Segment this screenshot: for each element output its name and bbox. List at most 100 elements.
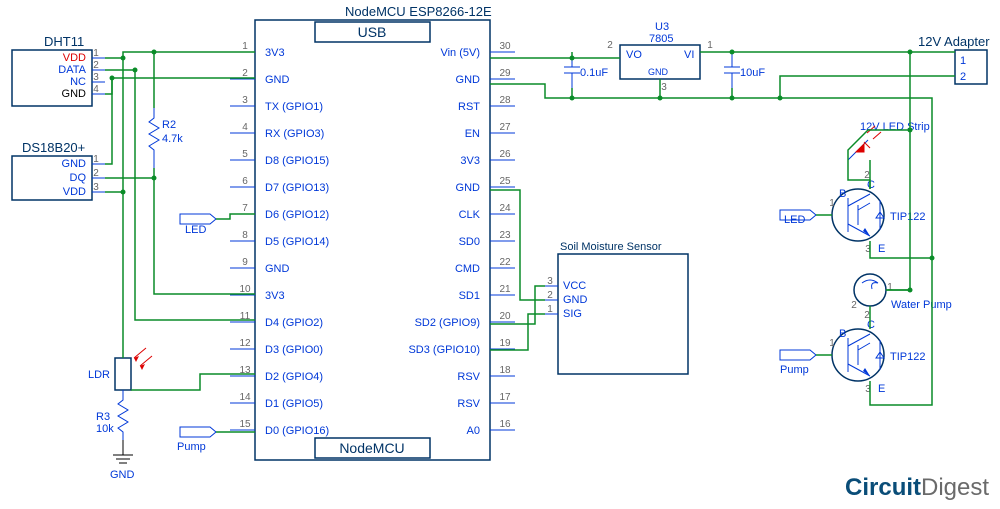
r3-ref: R3	[96, 411, 110, 423]
svg-text:1: 1	[887, 282, 893, 293]
mcu-right-lbl-23: SD0	[459, 236, 480, 248]
mcu-right-lbl-24: CLK	[459, 209, 481, 221]
mcu-right-lbl-20: SD2 (GPIO9)	[415, 317, 480, 329]
u3-p3: 3	[661, 82, 667, 93]
soil-sig: SIG	[563, 308, 582, 320]
svg-text:3: 3	[93, 182, 99, 193]
mcu-left-lbl-7: D6 (GPIO12)	[265, 209, 329, 221]
tip2-e: E	[878, 383, 885, 395]
mcu-right-lbl-22: CMD	[455, 263, 480, 275]
mcu-left-lbl-8: D5 (GPIO14)	[265, 236, 329, 248]
svg-text:1: 1	[547, 304, 553, 315]
mcu-right-lbl-30: Vin (5V)	[440, 47, 480, 59]
net-led-left: LED	[180, 214, 216, 236]
mcu-right-num-28: 28	[499, 95, 511, 106]
dht11-nc: NC	[70, 76, 86, 88]
mcu-right-lbl-25: GND	[456, 182, 481, 194]
dht11-title: DHT11	[44, 34, 84, 49]
dht11-vdd: VDD	[63, 52, 86, 64]
net-led-label: LED	[185, 224, 206, 236]
mcu-right-num-30: 30	[499, 41, 511, 52]
mcu-left-num-6: 6	[242, 176, 248, 187]
water-pump: Water Pump 2 1	[851, 274, 952, 311]
mcu-left-lbl-1: 3V3	[265, 47, 285, 59]
mcu-right-lbl-29: GND	[456, 74, 481, 86]
mcu-right-lbl-27: EN	[465, 128, 480, 140]
tip122-led: B C E TIP122 1 2 3	[829, 170, 925, 255]
ds18b20-dq: DQ	[70, 172, 87, 184]
net-pump-driver: Pump	[780, 350, 816, 376]
c1-val: 0.1uF	[580, 67, 608, 79]
usb-label: USB	[358, 24, 387, 40]
mcu-right-num-26: 26	[499, 149, 511, 160]
mcu-left-pins: 13V32GND3TX (GPIO1)4RX (GPIO3)5D8 (GPIO1…	[230, 41, 329, 437]
mcu-right-num-20: 20	[499, 311, 511, 322]
tip1-e: E	[878, 243, 885, 255]
svg-text:1: 1	[93, 154, 99, 165]
mcu-left-num-12: 12	[239, 338, 251, 349]
dht11-gnd: GND	[62, 88, 87, 100]
mcu-right-num-27: 27	[499, 122, 511, 133]
mcu-right-num-29: 29	[499, 68, 511, 79]
mcu-left-lbl-4: RX (GPIO3)	[265, 128, 324, 140]
u3-vo: VO	[626, 49, 642, 61]
mcu-right-lbl-18: RSV	[457, 371, 480, 383]
u3-gnd: GND	[648, 67, 669, 77]
mcu-left-lbl-6: D7 (GPIO13)	[265, 182, 329, 194]
mcu-right-num-17: 17	[499, 392, 511, 403]
svg-text:2: 2	[93, 60, 99, 71]
u3-vi: VI	[684, 49, 694, 61]
dht11-data: DATA	[58, 64, 86, 76]
drv-pump-label: Pump	[780, 364, 809, 376]
mcu-left-num-15: 15	[239, 419, 251, 430]
svg-text:1: 1	[829, 198, 835, 209]
ds18b20-gnd: GND	[62, 158, 87, 170]
logo: CircuitDigest	[845, 474, 989, 501]
mcu-left-lbl-13: D2 (GPIO4)	[265, 371, 323, 383]
adapter-p1: 1	[960, 55, 966, 67]
mcu-right-lbl-19: SD3 (GPIO10)	[408, 344, 480, 356]
r2-val: 4.7k	[162, 133, 183, 145]
r3-val: 10k	[96, 423, 114, 435]
mcu-left-num-5: 5	[242, 149, 248, 160]
nodemcu-block: NodeMCU ESP8266-12E USB NodeMCU	[255, 4, 492, 460]
soil-title: Soil Moisture Sensor	[560, 241, 662, 253]
net-pump-label: Pump	[177, 441, 206, 453]
svg-text:1: 1	[93, 48, 99, 59]
ds18b20-vdd: VDD	[63, 186, 86, 198]
c2-val: 10uF	[740, 67, 765, 79]
svg-text:3: 3	[93, 72, 99, 83]
led-strip: 12V LED Strip	[848, 121, 930, 160]
mcu-right-num-24: 24	[499, 203, 511, 214]
mcu-left-lbl-3: TX (GPIO1)	[265, 101, 323, 113]
led-strip-label: 12V LED Strip	[860, 121, 930, 133]
svg-text:1: 1	[829, 338, 835, 349]
mcu-right-lbl-17: RSV	[457, 398, 480, 410]
soil-pins: 3VCC2GND1SIG	[545, 276, 588, 320]
ldr-gnd: GND	[110, 469, 135, 481]
cap-c2: 10uF	[724, 52, 765, 88]
ldr-block: LDR R3 10k GND	[88, 58, 152, 481]
mcu-left-lbl-11: D4 (GPIO2)	[265, 317, 323, 329]
svg-text:CircuitDigest: CircuitDigest	[845, 474, 989, 501]
ds18b20-title: DS18B20+	[22, 140, 85, 155]
mcu-left-num-3: 3	[242, 95, 248, 106]
tip2-part: TIP122	[890, 351, 925, 363]
net-pump-left: Pump	[177, 427, 216, 453]
mcu-left-num-9: 9	[242, 257, 248, 268]
mcu-left-lbl-5: D8 (GPIO15)	[265, 155, 329, 167]
mcu-right-num-21: 21	[499, 284, 511, 295]
mcu-right-num-23: 23	[499, 230, 511, 241]
drv-led-label: LED	[784, 214, 805, 226]
mcu-right-num-25: 25	[499, 176, 511, 187]
mcu-right-lbl-16: A0	[467, 425, 480, 437]
soil-gnd: GND	[563, 294, 588, 306]
adapter-p2: 2	[960, 71, 966, 83]
net-led-driver: LED	[780, 210, 816, 226]
mcu-left-num-8: 8	[242, 230, 248, 241]
mcu-right-num-22: 22	[499, 257, 511, 268]
schematic-canvas: NodeMCU ESP8266-12E USB NodeMCU 1 3V3 2 GND…	[0, 0, 1000, 509]
u3-ref: U3	[655, 21, 669, 33]
mcu-left-num-1: 1	[242, 41, 248, 52]
svg-text:2: 2	[93, 168, 99, 179]
